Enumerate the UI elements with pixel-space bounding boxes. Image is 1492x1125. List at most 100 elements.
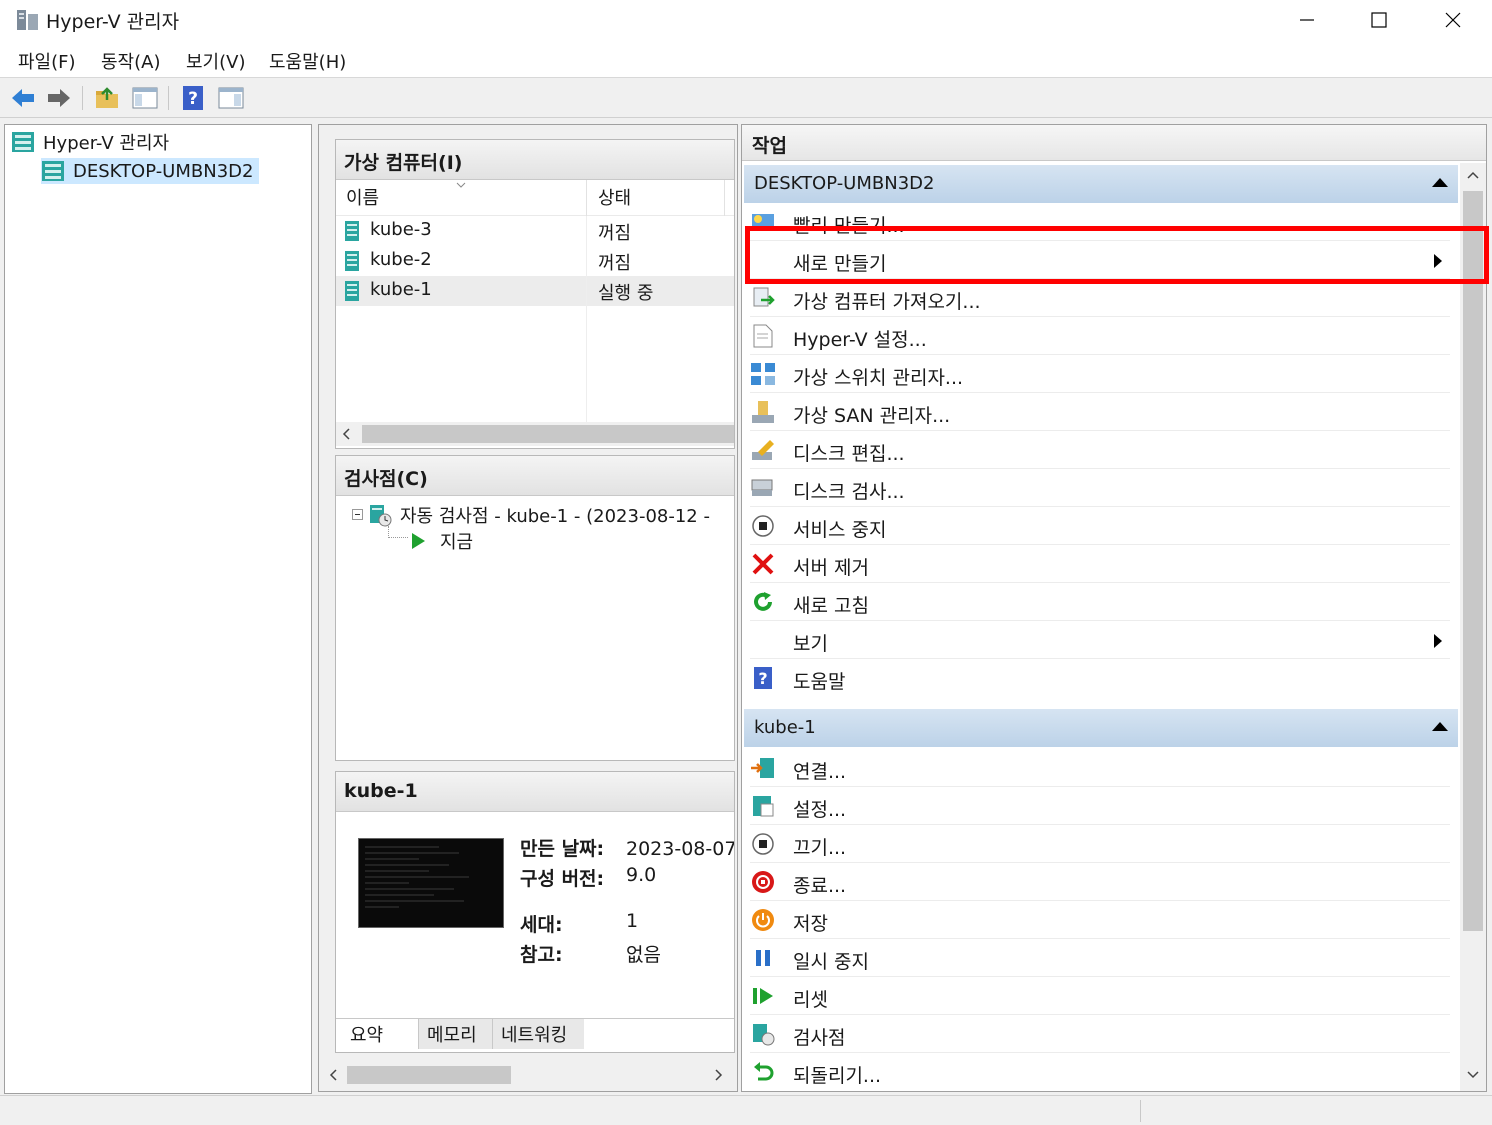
minimize-button[interactable] (1270, 0, 1344, 40)
vm-state: 실행 중 (598, 283, 654, 304)
show-hide-tree-button[interactable] (130, 83, 160, 113)
action-remove-server[interactable]: 서버 제거 (750, 545, 1450, 583)
summary-panel: kube-1 만든 날짜: 2023-08-07 오 구성 버전: 9.0 세대… (335, 771, 735, 1053)
show-hide-action-icon (218, 87, 244, 109)
created-date-value: 2023-08-07 오 (626, 838, 735, 860)
actions-scrollbar[interactable] (1460, 163, 1486, 1091)
server-group-header[interactable]: DESKTOP-UMBN3D2 (744, 165, 1458, 203)
hyperv-settings-icon (750, 323, 776, 349)
action-label: 연결... (793, 761, 847, 783)
action-label: 서비스 중지 (793, 519, 887, 541)
vm-name: kube-1 (370, 279, 432, 300)
maximize-button[interactable] (1342, 0, 1416, 40)
action-import-vm[interactable]: 가상 컴퓨터 가져오기... (750, 279, 1450, 317)
submenu-arrow-icon (1434, 634, 1442, 648)
notes-value: 없음 (626, 944, 661, 966)
table-header: 이름 상태 (336, 180, 734, 216)
action-edit-disk[interactable]: 디스크 편집... (750, 431, 1450, 469)
action-revert[interactable]: 되돌리기... (750, 1053, 1450, 1091)
menu-help[interactable]: 도움말(H) (269, 48, 346, 74)
close-icon (1445, 12, 1461, 28)
checkpoint-item[interactable]: 자동 검사점 - kube-1 - (2023-08-12 - (352, 502, 710, 528)
checkpoints-panel: 검사점(C) 자동 검사점 - kube-1 - (2023-08-12 - 지… (335, 455, 735, 761)
action-stop-service[interactable]: 서비스 중지 (750, 507, 1450, 545)
menu-file[interactable]: 파일(F) (18, 48, 76, 74)
action-checkpoint[interactable]: 검사점 (750, 1015, 1450, 1053)
highlight-box (745, 226, 1489, 284)
action-connect[interactable]: 연결... (750, 749, 1450, 787)
back-button[interactable] (8, 83, 38, 113)
show-hide-tree-icon (132, 87, 158, 109)
action-reset[interactable]: 리셋 (750, 977, 1450, 1015)
center-scrollbar[interactable] (323, 1063, 731, 1087)
status-bar (0, 1095, 1492, 1125)
help-button[interactable]: ? (178, 83, 208, 113)
console-preview (365, 846, 469, 908)
column-name[interactable]: 이름 (346, 184, 379, 210)
tab-memory[interactable]: 메모리 (418, 1019, 492, 1049)
revert-icon (750, 1059, 776, 1085)
reset-icon (750, 983, 776, 1009)
action-label: Hyper-V 설정... (793, 329, 927, 351)
action-hyperv-settings[interactable]: Hyper-V 설정... (750, 317, 1450, 355)
tree-root-item[interactable]: Hyper-V 관리자 (11, 129, 169, 155)
virtual-san-icon (750, 399, 776, 425)
scroll-thumb[interactable] (1463, 191, 1483, 931)
action-pause[interactable]: 일시 중지 (750, 939, 1450, 977)
action-label: 종료... (793, 875, 847, 897)
scroll-left-icon[interactable] (329, 1069, 337, 1081)
close-button[interactable] (1416, 0, 1490, 40)
table-row[interactable]: kube-1 실행 중 (336, 276, 734, 306)
up-folder-icon (96, 87, 118, 108)
up-button[interactable] (92, 83, 122, 113)
show-hide-action-button[interactable] (216, 83, 246, 113)
action-help[interactable]: ? 도움말 (750, 659, 1450, 697)
action-settings[interactable]: 설정... (750, 787, 1450, 825)
action-label: 일시 중지 (793, 951, 869, 973)
config-version-value: 9.0 (626, 864, 657, 886)
action-virtual-switch[interactable]: 가상 스위치 관리자... (750, 355, 1450, 393)
virtual-switch-icon (750, 361, 776, 387)
checkpoint-now-item[interactable]: 지금 (410, 528, 473, 554)
scroll-right-icon[interactable] (715, 1069, 723, 1081)
vm-group-header[interactable]: kube-1 (744, 709, 1458, 747)
table-row[interactable]: kube-2 꺼짐 (336, 246, 734, 276)
tree-server-item[interactable]: DESKTOP-UMBN3D2 (41, 158, 260, 184)
vm-icon (345, 221, 359, 241)
turn-off-icon (750, 831, 776, 857)
tab-networking[interactable]: 네트워킹 (492, 1019, 584, 1049)
column-state[interactable]: 상태 (598, 184, 631, 210)
action-shutdown[interactable]: 종료... (750, 863, 1450, 901)
scroll-left-icon[interactable] (342, 428, 350, 440)
menu-view[interactable]: 보기(V) (186, 48, 245, 74)
action-turn-off[interactable]: 끄기... (750, 825, 1450, 863)
toolbar: ? (0, 78, 1492, 118)
action-inspect-disk[interactable]: 디스크 검사... (750, 469, 1450, 507)
window-title: Hyper-V 관리자 (46, 11, 180, 33)
vm-table-scrollbar[interactable] (336, 422, 734, 446)
menu-action[interactable]: 동작(A) (101, 48, 160, 74)
action-refresh[interactable]: 새로 고침 (750, 583, 1450, 621)
tab-summary[interactable]: 요약 (342, 1019, 418, 1049)
action-label: 서버 제거 (793, 557, 869, 579)
vms-header: 가상 컴퓨터(I) (336, 140, 734, 180)
collapse-icon[interactable] (352, 509, 364, 521)
vm-name: kube-3 (370, 219, 432, 240)
vm-preview-thumbnail[interactable] (358, 838, 504, 928)
play-icon (412, 533, 425, 549)
scroll-down-icon[interactable] (1467, 1071, 1479, 1079)
scroll-thumb[interactable] (347, 1066, 511, 1084)
collapse-triangle-icon[interactable] (1432, 178, 1448, 187)
action-label: 가상 SAN 관리자... (793, 405, 951, 427)
action-virtual-san[interactable]: 가상 SAN 관리자... (750, 393, 1450, 431)
forward-button[interactable] (44, 83, 74, 113)
action-save[interactable]: 저장 (750, 901, 1450, 939)
hyperv-app-icon (17, 10, 38, 30)
collapse-triangle-icon[interactable] (1432, 722, 1448, 731)
action-view[interactable]: 보기 (750, 621, 1450, 659)
scroll-up-icon[interactable] (1467, 171, 1479, 179)
server-group-label: DESKTOP-UMBN3D2 (754, 173, 935, 194)
notes-key: 참고: (520, 944, 563, 966)
action-label: 디스크 편집... (793, 443, 905, 465)
table-row[interactable]: kube-3 꺼짐 (336, 216, 734, 246)
